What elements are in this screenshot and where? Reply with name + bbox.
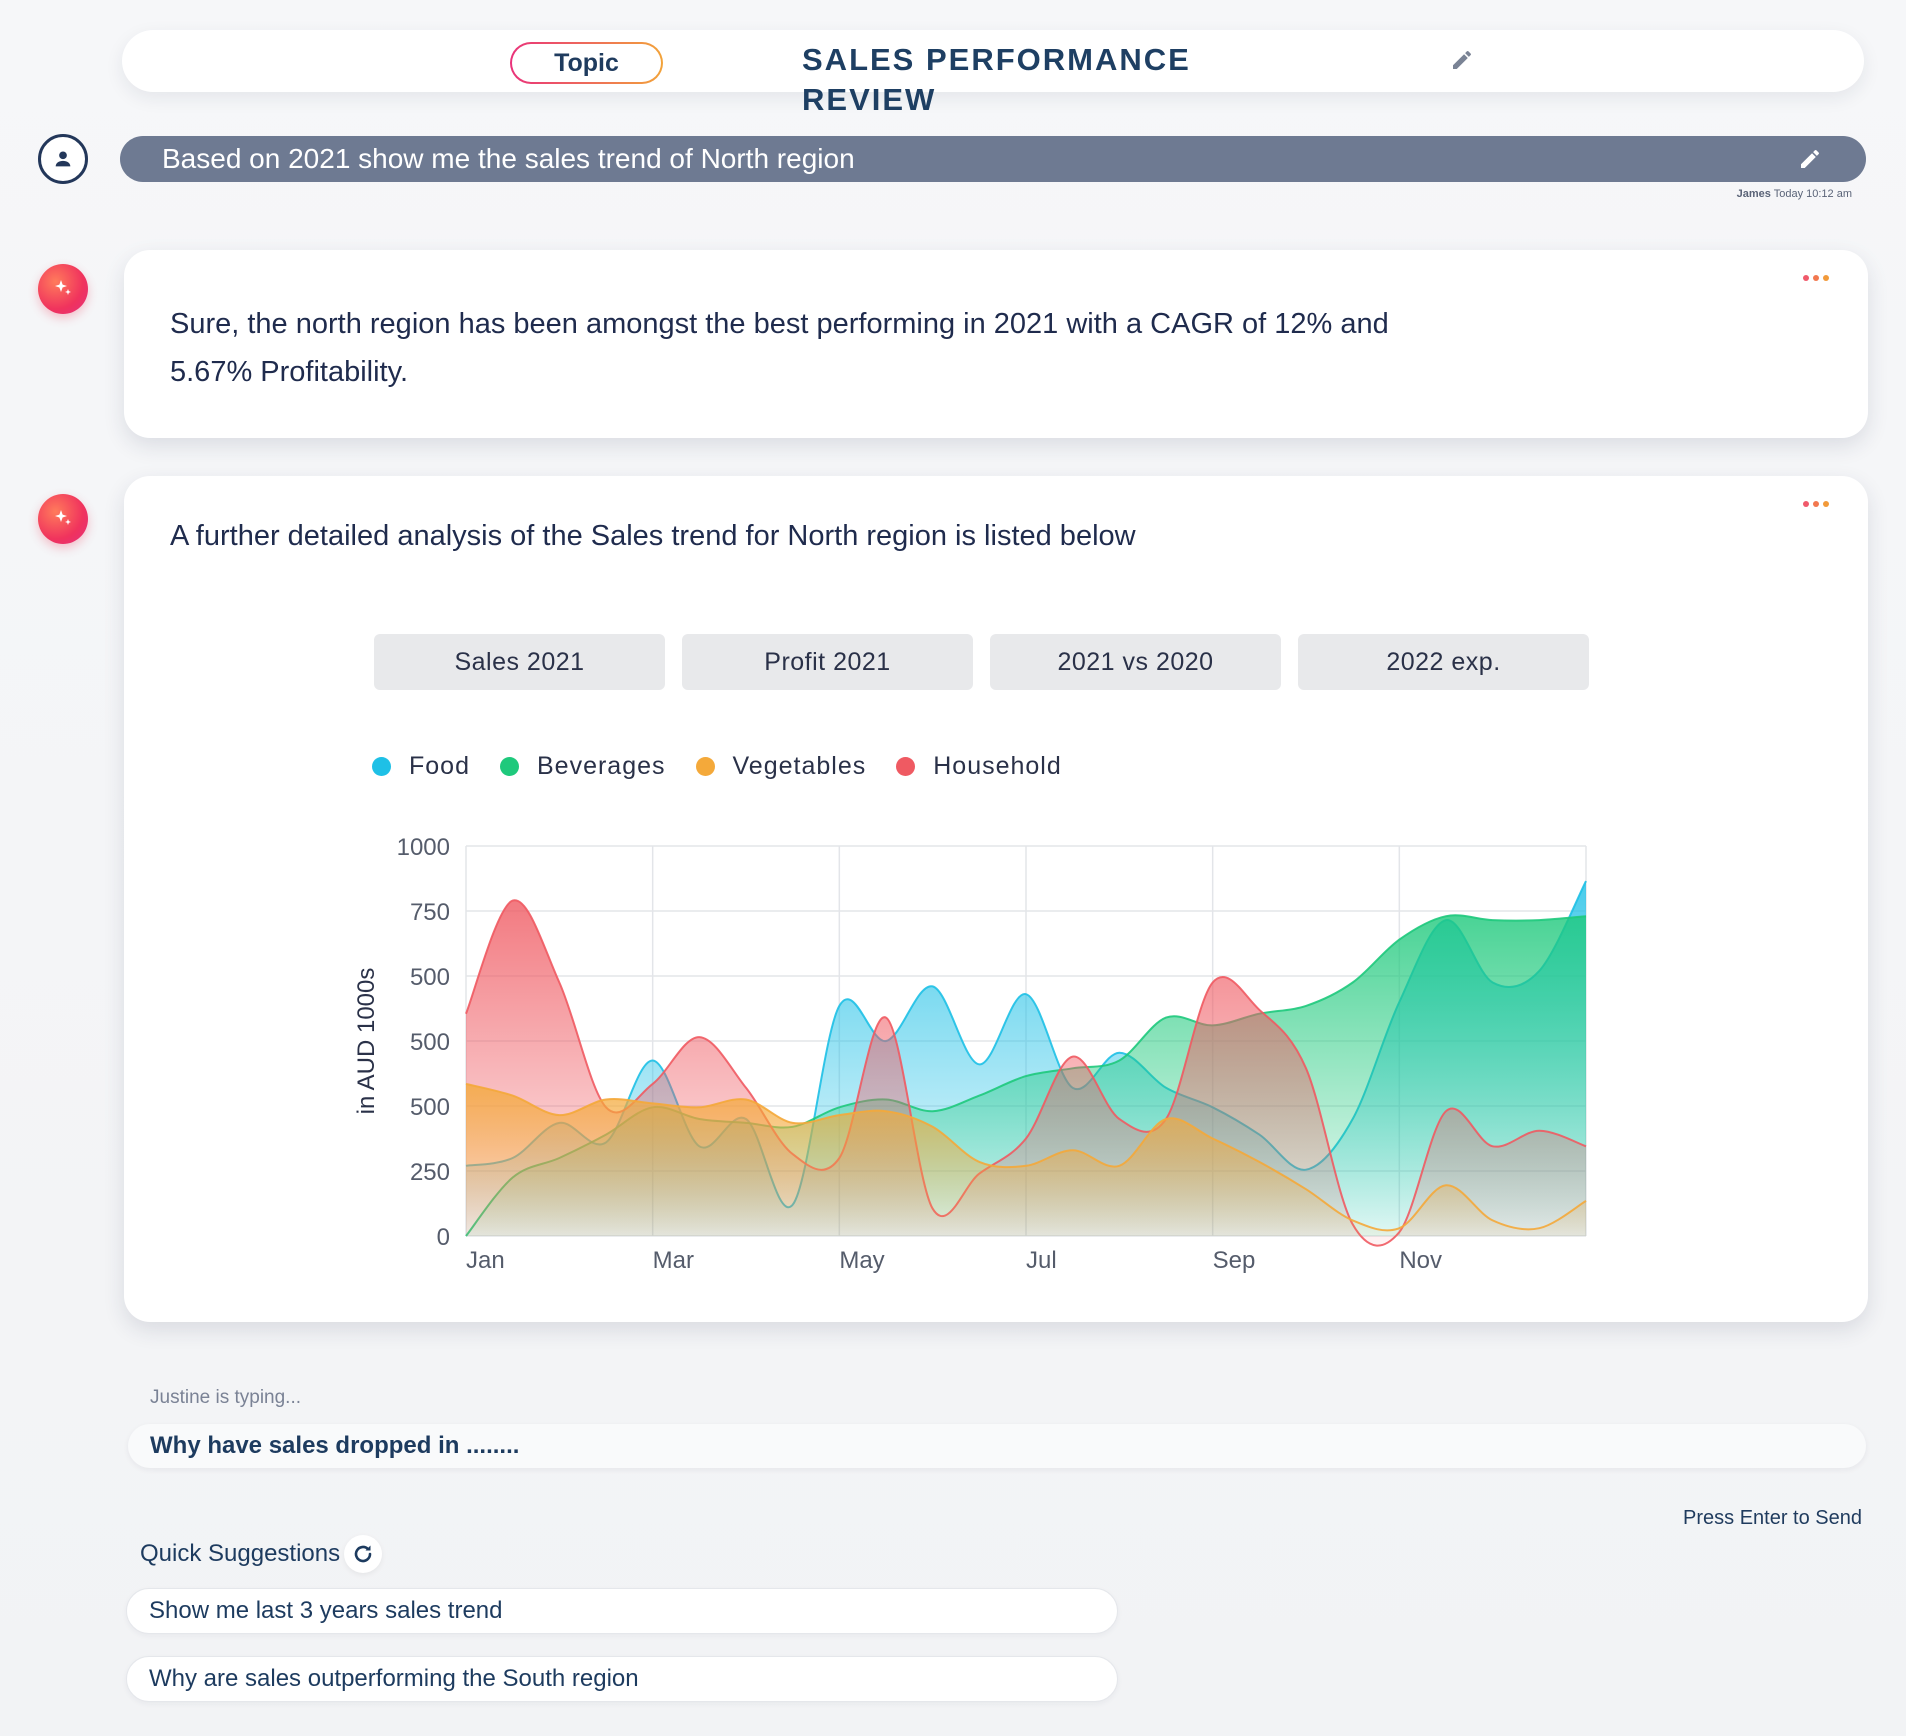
user-query: Based on 2021 show me the sales trend of…	[120, 136, 1866, 182]
sales-area-chart: 1000 750 500 500 500 250 0 Jan Mar May Jul Sep Nov in…	[353, 834, 1587, 1274]
y-tick-label: 500	[410, 964, 450, 991]
x-tick-label: Sep	[1213, 1247, 1256, 1274]
topic-label: Topic	[512, 44, 661, 82]
message-input[interactable]: Why have sales dropped in ........	[128, 1424, 1866, 1468]
more-options-icon[interactable]	[1802, 274, 1830, 282]
ai-avatar	[38, 494, 88, 544]
y-tick-label: 1000	[397, 834, 450, 861]
ai-response-card: Sure, the north region has been amongst …	[124, 250, 1868, 438]
ai-avatar	[38, 264, 88, 314]
send-hint: Press Enter to Send	[1683, 1507, 1862, 1529]
quick-suggestions-header: Quick Suggestions	[140, 1535, 383, 1573]
query-text: Based on 2021 show me the sales trend of…	[162, 143, 855, 174]
x-tick-label: Mar	[653, 1247, 694, 1274]
y-tick-label: 500	[410, 1094, 450, 1121]
ai-chart-card: A further detailed analysis of the Sales…	[124, 476, 1868, 1322]
y-axis-label: in AUD 1000s	[353, 968, 380, 1115]
y-tick-label: 500	[410, 1029, 450, 1056]
response-text: Sure, the north region has been amongst …	[170, 300, 1570, 396]
response-line-2: 5.67% Profitability.	[170, 356, 409, 388]
pencil-icon[interactable]	[1450, 48, 1474, 72]
quick-suggestions-label: Quick Suggestions	[140, 1540, 341, 1567]
x-tick-label: May	[839, 1247, 884, 1274]
message-input-value: Why have sales dropped in ........	[150, 1432, 520, 1459]
message-meta: James Today 10:12 am	[1737, 188, 1852, 200]
user-avatar	[38, 134, 88, 184]
topic-header: Topic SALES PERFORMANCE REVIEW	[122, 30, 1864, 117]
typing-indicator: Justine is typing...	[150, 1387, 302, 1408]
x-tick-label: Nov	[1399, 1247, 1442, 1274]
user-icon	[55, 151, 71, 167]
suggestion-item[interactable]: Show me last 3 years sales trend	[126, 1588, 1118, 1634]
y-tick-label: 750	[410, 899, 450, 926]
suggestion-item[interactable]: Why are sales outperforming the South re…	[126, 1656, 1118, 1702]
sparkle-icon	[55, 280, 71, 295]
topic-button[interactable]: Topic	[510, 42, 663, 84]
page-title: SALES PERFORMANCE REVIEW	[802, 42, 1191, 117]
refresh-icon	[354, 1545, 372, 1563]
chat-page: Topic SALES PERFORMANCE REVIEW Based on …	[0, 0, 1906, 1736]
y-tick-label: 250	[410, 1159, 450, 1186]
x-tick-label: Jul	[1026, 1247, 1057, 1274]
message-author: James	[1736, 188, 1771, 200]
sparkle-icon	[55, 510, 71, 525]
refresh-suggestions-button[interactable]	[344, 1535, 383, 1573]
response-line-1: Sure, the north region has been amongst …	[170, 308, 1389, 340]
edit-query-icon[interactable]	[1798, 147, 1822, 171]
message-time: Today 10:12 am	[1773, 188, 1852, 200]
y-tick-label: 0	[437, 1224, 450, 1251]
x-tick-label: Jan	[466, 1247, 505, 1274]
